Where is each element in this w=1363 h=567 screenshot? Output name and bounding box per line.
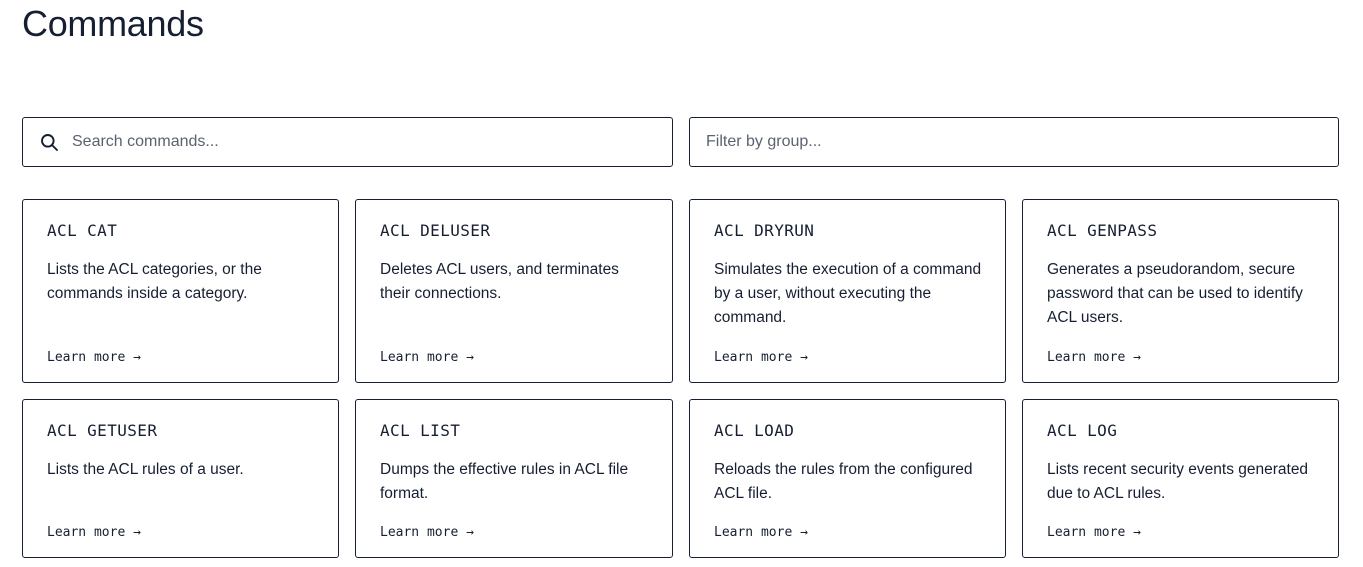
- learn-more-link[interactable]: Learn more →: [380, 525, 474, 540]
- filter-group-box[interactable]: [689, 117, 1339, 167]
- learn-more-link[interactable]: Learn more →: [380, 350, 474, 365]
- filter-group-input[interactable]: [706, 133, 1338, 151]
- command-name: ACL GETUSER: [47, 421, 158, 440]
- command-name: ACL LOG: [1047, 421, 1118, 440]
- command-name: ACL LOAD: [714, 421, 795, 440]
- command-description: Lists the ACL categories, or the command…: [47, 261, 262, 302]
- command-card[interactable]: ACL LIST Dumps the effective rules in AC…: [355, 399, 673, 558]
- command-card[interactable]: ACL GENPASS Generates a pseudorandom, se…: [1022, 199, 1339, 383]
- command-description: Reloads the rules from the configured AC…: [714, 461, 973, 502]
- command-name: ACL GENPASS: [1047, 221, 1158, 240]
- command-card[interactable]: ACL GETUSER Lists the ACL rules of a use…: [22, 399, 339, 558]
- command-name: ACL DELUSER: [380, 221, 491, 240]
- command-description: Lists the ACL rules of a user.: [47, 461, 244, 478]
- command-card[interactable]: ACL DRYRUN Simulates the execution of a …: [689, 199, 1006, 383]
- learn-more-link[interactable]: Learn more →: [47, 350, 141, 365]
- command-name: ACL LIST: [380, 421, 461, 440]
- commands-grid: ACL CAT Lists the ACL categories, or the…: [22, 199, 1339, 558]
- command-card[interactable]: ACL DELUSER Deletes ACL users, and termi…: [355, 199, 673, 383]
- command-name: ACL CAT: [47, 221, 118, 240]
- learn-more-link[interactable]: Learn more →: [714, 350, 808, 365]
- search-commands-input[interactable]: [72, 133, 672, 151]
- learn-more-link[interactable]: Learn more →: [714, 525, 808, 540]
- command-description: Lists recent security events generated d…: [1047, 461, 1309, 502]
- learn-more-link[interactable]: Learn more →: [1047, 525, 1141, 540]
- learn-more-link[interactable]: Learn more →: [1047, 350, 1141, 365]
- command-description: Simulates the execution of a command by …: [714, 261, 982, 326]
- command-description: Deletes ACL users, and terminates their …: [380, 261, 619, 302]
- search-commands-box[interactable]: [22, 117, 673, 167]
- search-icon: [40, 133, 59, 152]
- command-card[interactable]: ACL LOAD Reloads the rules from the conf…: [689, 399, 1006, 558]
- command-description: Dumps the effective rules in ACL file fo…: [380, 461, 629, 502]
- page-title: Commands: [22, 3, 204, 44]
- command-card[interactable]: ACL CAT Lists the ACL categories, or the…: [22, 199, 339, 383]
- command-description: Generates a pseudorandom, secure passwor…: [1047, 261, 1303, 326]
- command-card[interactable]: ACL LOG Lists recent security events gen…: [1022, 399, 1339, 558]
- command-name: ACL DRYRUN: [714, 221, 815, 240]
- learn-more-link[interactable]: Learn more →: [47, 525, 141, 540]
